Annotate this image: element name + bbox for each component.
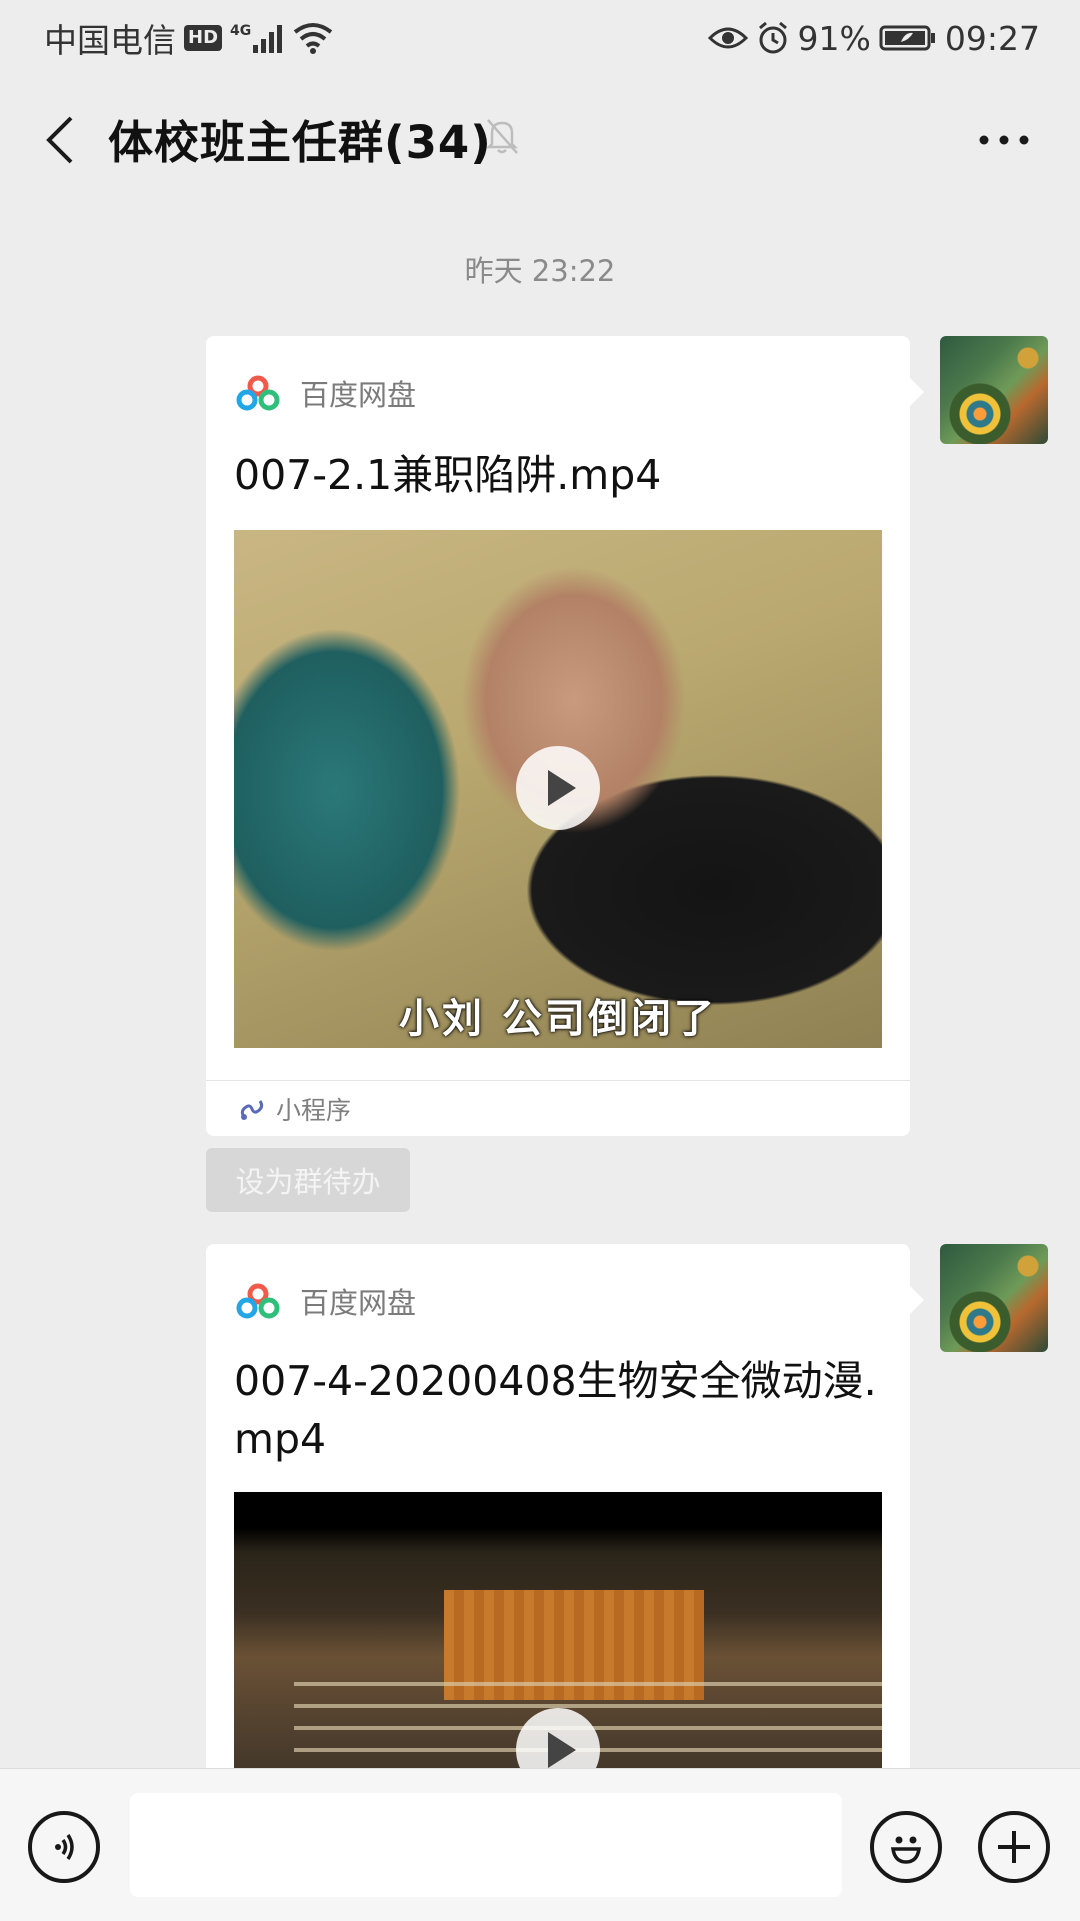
mini-program-footer: 小程序 — [206, 1080, 910, 1136]
carrier-label: 中国电信 — [44, 21, 176, 60]
more-functions-button[interactable] — [978, 1811, 1050, 1883]
avatar[interactable] — [940, 336, 1048, 444]
eye-icon — [707, 24, 748, 52]
nav-bar: 体校班主任群(34) — [0, 76, 1080, 200]
emoji-button[interactable] — [870, 1811, 942, 1883]
battery-icon — [879, 24, 937, 52]
video-subtitle: 小刘 公司倒闭了 — [399, 996, 717, 1042]
chat-title: 体校班主任群(34) — [108, 116, 492, 169]
video-share-card[interactable]: 百度网盘 007-2.1兼职陷阱.mp4 小刘 公司倒闭了 小程序 — [206, 336, 924, 1136]
baidu-netdisk-icon — [236, 1283, 280, 1319]
video-share-card[interactable]: 百度网盘 007-4-20200408生物安全微动漫.mp4 — [206, 1244, 924, 1804]
video-thumbnail[interactable] — [234, 1492, 882, 1792]
avatar[interactable] — [940, 1244, 1048, 1352]
battery-percent: 91% — [797, 18, 871, 58]
card-source: 百度网盘 — [236, 1280, 416, 1322]
more-icon — [979, 135, 1029, 145]
clock: 09:27 — [944, 18, 1040, 58]
emoji-icon — [890, 1836, 922, 1864]
set-group-todo-button[interactable]: 设为群待办 — [206, 1148, 410, 1212]
mini-program-icon — [240, 1099, 264, 1120]
status-bar: 中国电信 HD 4G 91% 09:27 — [0, 0, 1080, 76]
wifi-icon — [293, 22, 333, 54]
message-input[interactable] — [130, 1793, 842, 1897]
mute-bell-icon — [484, 116, 520, 160]
more-options-button[interactable] — [972, 118, 1036, 162]
plus-icon — [998, 1831, 1030, 1863]
voice-icon — [55, 1834, 74, 1860]
video-title: 007-2.1兼职陷阱.mp4 — [234, 451, 662, 499]
video-title: 007-4-20200408生物安全微动漫.mp4 — [234, 1357, 877, 1463]
video-thumbnail[interactable]: 小刘 公司倒闭了 — [234, 530, 882, 1048]
message-timestamp: 昨天 23:22 — [464, 254, 616, 288]
play-icon[interactable] — [516, 746, 600, 830]
mini-program-label: 小程序 — [276, 1095, 352, 1125]
source-name: 百度网盘 — [300, 378, 417, 412]
back-button[interactable] — [34, 112, 86, 168]
input-bar — [0, 1768, 1080, 1921]
network-label: 4G — [230, 23, 252, 39]
chevron-left-icon — [46, 116, 73, 164]
baidu-netdisk-icon — [236, 375, 280, 411]
card-source: 百度网盘 — [236, 372, 416, 414]
signal-icon: 4G — [230, 23, 285, 53]
hd-badge: HD — [184, 25, 223, 51]
alarm-icon — [756, 21, 790, 55]
source-name: 百度网盘 — [300, 1286, 417, 1320]
voice-input-button[interactable] — [28, 1811, 100, 1883]
